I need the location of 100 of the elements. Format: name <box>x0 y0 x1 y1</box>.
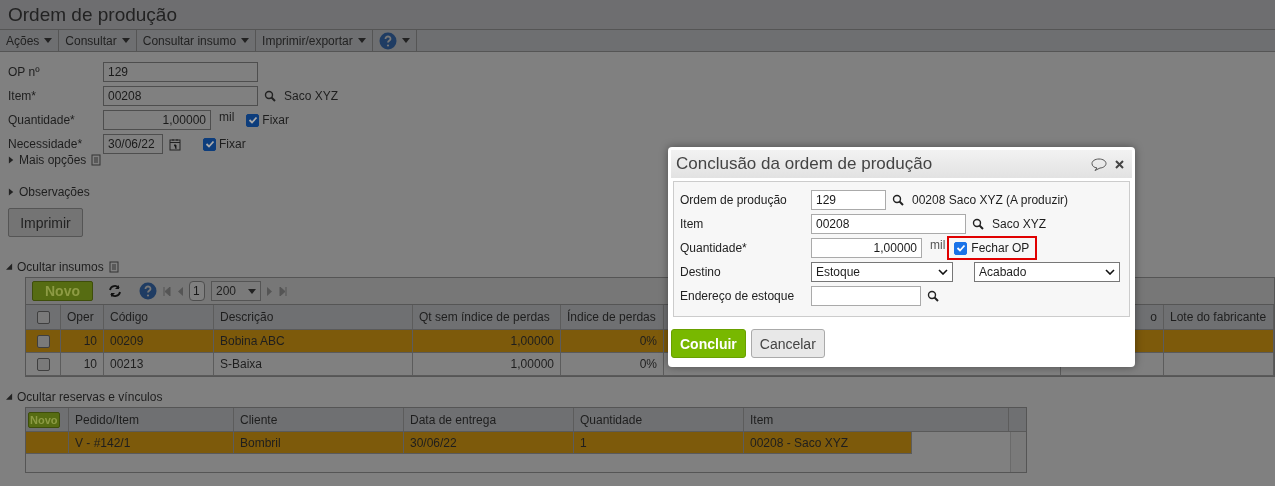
section-toggle[interactable]: Mais opções <box>19 153 87 167</box>
table-cell: 00208 - Saco XYZ <box>750 435 849 450</box>
menu-button[interactable]: Consultar <box>59 30 137 51</box>
row-checkbox[interactable] <box>36 334 50 348</box>
table-cell: 00213 <box>110 357 144 371</box>
item-description: Saco XYZ <box>992 217 1047 231</box>
help-icon[interactable] <box>139 282 157 300</box>
column-header[interactable]: Quantidade <box>580 412 643 427</box>
field-label: Destino <box>680 265 722 279</box>
date-field[interactable]: 30/06/22 <box>103 134 163 154</box>
table-cell: V - #142/1 <box>75 435 131 450</box>
column-header[interactable]: Item <box>750 412 774 427</box>
checkbox-label: Fechar OP <box>971 241 1030 255</box>
table-cell: 1,00000 <box>510 357 554 371</box>
menu-button[interactable]: Ações <box>0 30 60 51</box>
print-button[interactable]: Imprimir <box>8 208 83 237</box>
chevron-down-icon <box>938 269 948 275</box>
unit-label: mil <box>930 238 946 252</box>
checkbox[interactable] <box>246 113 260 127</box>
field-label: Necessidade* <box>8 137 84 151</box>
chevron-down-icon <box>1105 269 1115 275</box>
field-label: OP nº <box>8 65 41 79</box>
column-header[interactable]: o <box>1150 310 1157 324</box>
row-checkbox[interactable] <box>36 357 50 371</box>
checkbox-label: Fixar <box>262 113 289 127</box>
page-size-select[interactable]: 200 <box>211 281 261 301</box>
notes-icon[interactable] <box>90 154 103 166</box>
table-cell: 00209 <box>110 334 144 348</box>
checkbox[interactable] <box>954 241 968 255</box>
caret-icon <box>241 38 250 43</box>
table-cell: 10 <box>83 357 97 371</box>
table-cell: 0% <box>639 357 657 371</box>
column-header[interactable]: Qt sem índice de perdas <box>419 310 550 324</box>
select-all-checkbox[interactable] <box>36 310 50 324</box>
section-toggle[interactable]: Observações <box>19 185 90 199</box>
order-description: 00208 Saco XYZ (A produzir) <box>912 193 1069 207</box>
confirm-button[interactable]: Concluir <box>671 329 746 358</box>
table-cell: S-Baixa <box>220 357 263 371</box>
table-cell: 30/06/22 <box>410 435 457 450</box>
field-label: Ordem de produção <box>680 193 788 207</box>
expand-arrow-icon[interactable] <box>8 188 15 196</box>
input-field[interactable]: 1,00000 <box>103 110 211 130</box>
refresh-icon[interactable] <box>107 284 123 298</box>
unit-label: mil <box>219 110 235 124</box>
column-header[interactable]: Índice de perdas <box>567 310 656 324</box>
column-header[interactable]: Data de entrega <box>410 412 497 427</box>
checkbox[interactable] <box>203 137 216 151</box>
collapse-arrow-icon[interactable] <box>6 263 13 271</box>
cancel-button[interactable]: Cancelar <box>750 329 825 358</box>
input-field[interactable]: 129 <box>103 62 258 82</box>
caret-icon <box>401 38 410 43</box>
calendar-icon[interactable] <box>169 137 181 151</box>
destination-select[interactable]: Estoque <box>811 262 953 282</box>
dialog-title: Conclusão da ordem de produção <box>676 154 933 174</box>
comment-icon[interactable] <box>1091 157 1107 171</box>
table-cell: 1,00000 <box>510 334 554 348</box>
table-cell: 1 <box>580 435 587 450</box>
column-header[interactable]: Oper <box>67 310 94 324</box>
expand-arrow-icon[interactable] <box>8 156 15 164</box>
search-icon[interactable] <box>892 194 904 206</box>
field-label: Quantidade* <box>8 113 76 127</box>
help-icon[interactable] <box>378 31 397 50</box>
caret-icon <box>248 288 256 294</box>
column-header[interactable]: Cliente <box>240 412 278 427</box>
field-label: Quantidade* <box>680 241 748 255</box>
page-title: Ordem de produção <box>0 0 1275 30</box>
collapse-arrow-icon[interactable] <box>6 393 13 401</box>
close-icon[interactable] <box>1115 159 1124 169</box>
input-field[interactable]: 00208 <box>103 86 258 106</box>
table-cell: Bombril <box>240 435 281 450</box>
field-label: Item <box>680 217 705 231</box>
notes-icon[interactable] <box>107 261 120 273</box>
caret-icon <box>121 38 130 43</box>
table-cell: 10 <box>83 334 97 348</box>
field-label: Endereço de estoque <box>680 289 796 303</box>
column-header[interactable]: Lote do fabricante <box>1170 310 1267 324</box>
column-header[interactable]: Pedido/Item <box>75 412 140 427</box>
input-field[interactable]: 1,00000 <box>811 238 922 258</box>
page-field[interactable]: 1 <box>189 281 205 301</box>
table-row[interactable]: V - #142/1 Bombril 30/06/22 1 00208 - Saco XYZ <box>26 432 912 454</box>
scrollbar[interactable] <box>1010 432 1026 472</box>
destination-select[interactable]: Acabado <box>974 262 1120 282</box>
input-field[interactable] <box>811 286 921 306</box>
input-field[interactable]: 00208 <box>811 214 966 234</box>
checkbox-label: Fixar <box>219 137 246 151</box>
section-toggle[interactable]: Ocultar reservas e vínculos <box>17 390 163 404</box>
table-cell: 0% <box>639 334 657 348</box>
table-cell: Bobina ABC <box>220 334 285 348</box>
caret-icon <box>357 38 366 43</box>
search-icon[interactable] <box>927 290 939 302</box>
section-toggle[interactable]: Ocultar insumos <box>17 260 104 274</box>
column-header[interactable]: Descrição <box>220 310 274 324</box>
column-header[interactable]: Código <box>110 310 149 324</box>
item-description: Saco XYZ <box>284 89 339 103</box>
menu-button[interactable]: Consultar insumo <box>136 30 257 51</box>
search-icon[interactable] <box>972 218 984 230</box>
input-field[interactable]: 129 <box>811 190 886 210</box>
caret-icon <box>44 38 53 43</box>
field-label: Item* <box>8 89 37 103</box>
menu-button[interactable]: Imprimir/exportar <box>256 30 373 51</box>
